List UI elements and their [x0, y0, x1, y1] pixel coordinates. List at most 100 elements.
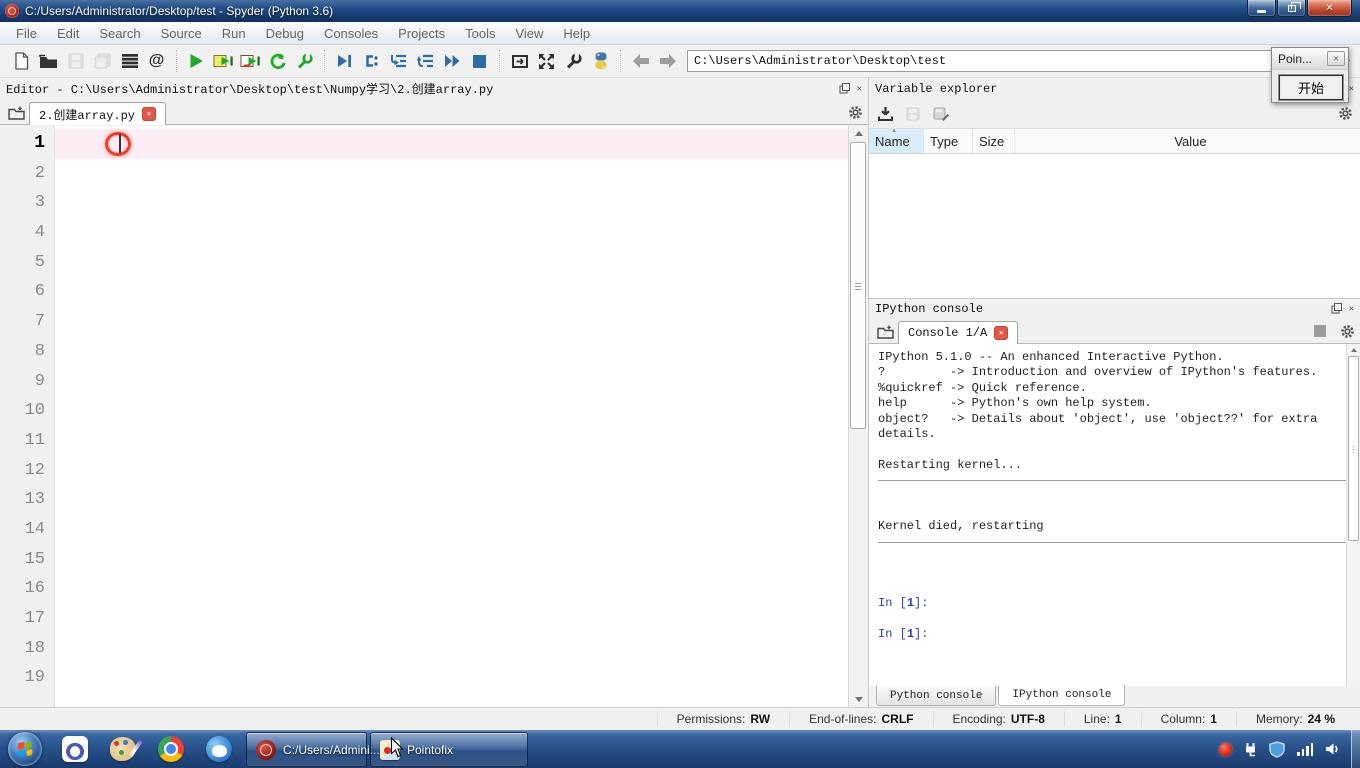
taskbar-button-spyder[interactable]: C:/Users/Admini... [246, 732, 380, 767]
close-button[interactable]: ✕ [1307, 0, 1352, 17]
maximize-button[interactable] [1277, 0, 1306, 17]
console-line: Restarting kernel... [878, 457, 1023, 472]
close-pane-icon[interactable]: ✕ [857, 84, 862, 94]
symbol-finder-button[interactable]: @ [143, 48, 170, 75]
continue-icon [445, 55, 460, 67]
menu-item[interactable]: Tools [455, 22, 505, 44]
editor-options-button[interactable] [848, 105, 863, 120]
run-configure-button[interactable] [291, 48, 318, 75]
editor-scrollbar[interactable] [848, 126, 868, 707]
back-button[interactable] [627, 48, 654, 75]
save-data-button[interactable] [906, 107, 920, 121]
open-file-button[interactable] [35, 48, 62, 75]
menu-item[interactable]: Edit [47, 22, 89, 44]
console-output[interactable]: IPython 5.1.0 -- An enhanced Interactive… [869, 344, 1360, 686]
console-scrollbar[interactable] [1346, 344, 1360, 686]
tab-python-console[interactable]: Python console [876, 686, 997, 706]
line-number: 11 [24, 430, 45, 450]
mouse-cursor [390, 737, 405, 758]
undock-icon[interactable] [1331, 303, 1342, 314]
power-plug-tray-icon[interactable] [1244, 742, 1257, 757]
menu-item[interactable]: Projects [388, 22, 455, 44]
menu-item[interactable]: Help [553, 22, 600, 44]
restart-kernel-button[interactable] [264, 48, 291, 75]
run-button[interactable] [183, 48, 210, 75]
column-header-size[interactable]: Size [973, 129, 1015, 153]
tab-ipython-console[interactable]: IPython console [998, 685, 1126, 706]
interrupt-kernel-button[interactable] [1314, 325, 1326, 337]
save-button[interactable] [62, 48, 89, 75]
column-header-value[interactable]: Value [1015, 129, 1360, 153]
network-signal-tray-icon[interactable] [1297, 742, 1313, 756]
run-cell-icon [213, 55, 233, 67]
pointofix-popup-titlebar[interactable]: Poin... ✕ [1272, 48, 1348, 70]
save-all-button[interactable] [89, 48, 116, 75]
taskbar-pin-app[interactable] [51, 731, 99, 767]
debug-button[interactable] [331, 48, 358, 75]
menu-item[interactable]: Consoles [314, 22, 388, 44]
scroll-up-button[interactable] [1347, 344, 1360, 355]
menu-item[interactable]: Debug [256, 22, 314, 44]
new-file-button[interactable] [8, 48, 35, 75]
console-options-button[interactable] [1340, 324, 1355, 339]
debug-cell-button[interactable] [358, 48, 385, 75]
status-bar: Permissions: RW End-of-lines: CRLF Encoding:… [0, 707, 1360, 730]
close-pane-icon[interactable]: ✕ [1349, 84, 1354, 94]
console-tab[interactable]: Console 1/A ✕ [898, 321, 1019, 344]
ipython-console-pane: IPython console ✕ Console 1/A ✕ IPython … [868, 298, 1360, 686]
preferences-button[interactable] [560, 48, 587, 75]
working-directory-input[interactable] [687, 50, 1319, 72]
step-return-button[interactable] [412, 48, 439, 75]
python-path-button[interactable] [587, 48, 614, 75]
column-header-type[interactable]: Type [924, 129, 973, 153]
console-line: In [1]: [878, 596, 929, 611]
import-data-button[interactable] [878, 106, 893, 121]
menu-item[interactable]: File [6, 22, 47, 44]
editor-scrollbar-thumb[interactable] [850, 142, 866, 429]
security-shield-tray-icon[interactable] [1269, 740, 1285, 758]
fullscreen-button[interactable] [533, 48, 560, 75]
window-title: C:/Users/Administrator/Desktop/test - Sp… [25, 4, 334, 18]
editor-file-tab[interactable]: 2.创建array.py ✕ [29, 102, 167, 125]
scroll-down-button[interactable] [849, 692, 868, 707]
variable-table-body[interactable] [869, 154, 1360, 298]
variable-explorer-options-button[interactable] [1338, 106, 1353, 121]
run-cell-advance-button[interactable] [237, 48, 264, 75]
continue-button[interactable] [439, 48, 466, 75]
menu-item[interactable]: Run [212, 22, 256, 44]
browse-tabs-button[interactable] [872, 320, 898, 343]
pointofix-close-button[interactable]: ✕ [1327, 51, 1345, 66]
console-scrollbar-thumb[interactable] [1348, 356, 1359, 541]
menu-item[interactable]: Source [151, 22, 212, 44]
minimize-button[interactable] [1247, 0, 1276, 17]
recording-tray-icon[interactable] [1219, 742, 1232, 756]
editor-tabbar: 2.创建array.py ✕ [0, 99, 868, 125]
file-switcher-button[interactable] [116, 48, 143, 75]
taskbar-pin-chrome[interactable] [147, 731, 195, 767]
taskbar-pin-browser[interactable] [195, 731, 243, 767]
scroll-up-button[interactable] [849, 126, 868, 141]
menu-item[interactable]: View [505, 22, 553, 44]
undock-icon[interactable] [839, 83, 850, 94]
stop-icon [473, 54, 486, 68]
stop-debug-button[interactable] [466, 48, 493, 75]
save-data-as-button[interactable] [933, 106, 949, 121]
tab-close-icon[interactable]: ✕ [142, 107, 157, 121]
volume-tray-icon[interactable] [1325, 742, 1340, 756]
tab-close-icon[interactable]: ✕ [994, 326, 1009, 340]
editor-canvas[interactable] [55, 126, 848, 707]
taskbar-pin-paint[interactable] [99, 731, 147, 767]
browse-tabs-button[interactable] [3, 101, 29, 124]
column-header-name[interactable]: ▲ Name [869, 128, 924, 153]
close-pane-icon[interactable]: ✕ [1349, 304, 1354, 314]
run-cell-button[interactable] [210, 48, 237, 75]
forward-button[interactable] [654, 48, 681, 75]
pointofix-start-button[interactable]: 开始 [1279, 75, 1343, 100]
step-into-button[interactable] [385, 48, 412, 75]
show-desktop-button[interactable] [1351, 730, 1360, 768]
save-all-icon [94, 53, 110, 69]
maximize-pane-button[interactable] [506, 48, 533, 75]
start-button[interactable] [8, 732, 42, 766]
menu-item[interactable]: Search [89, 22, 150, 44]
ipython-console-title: IPython console [875, 301, 984, 316]
